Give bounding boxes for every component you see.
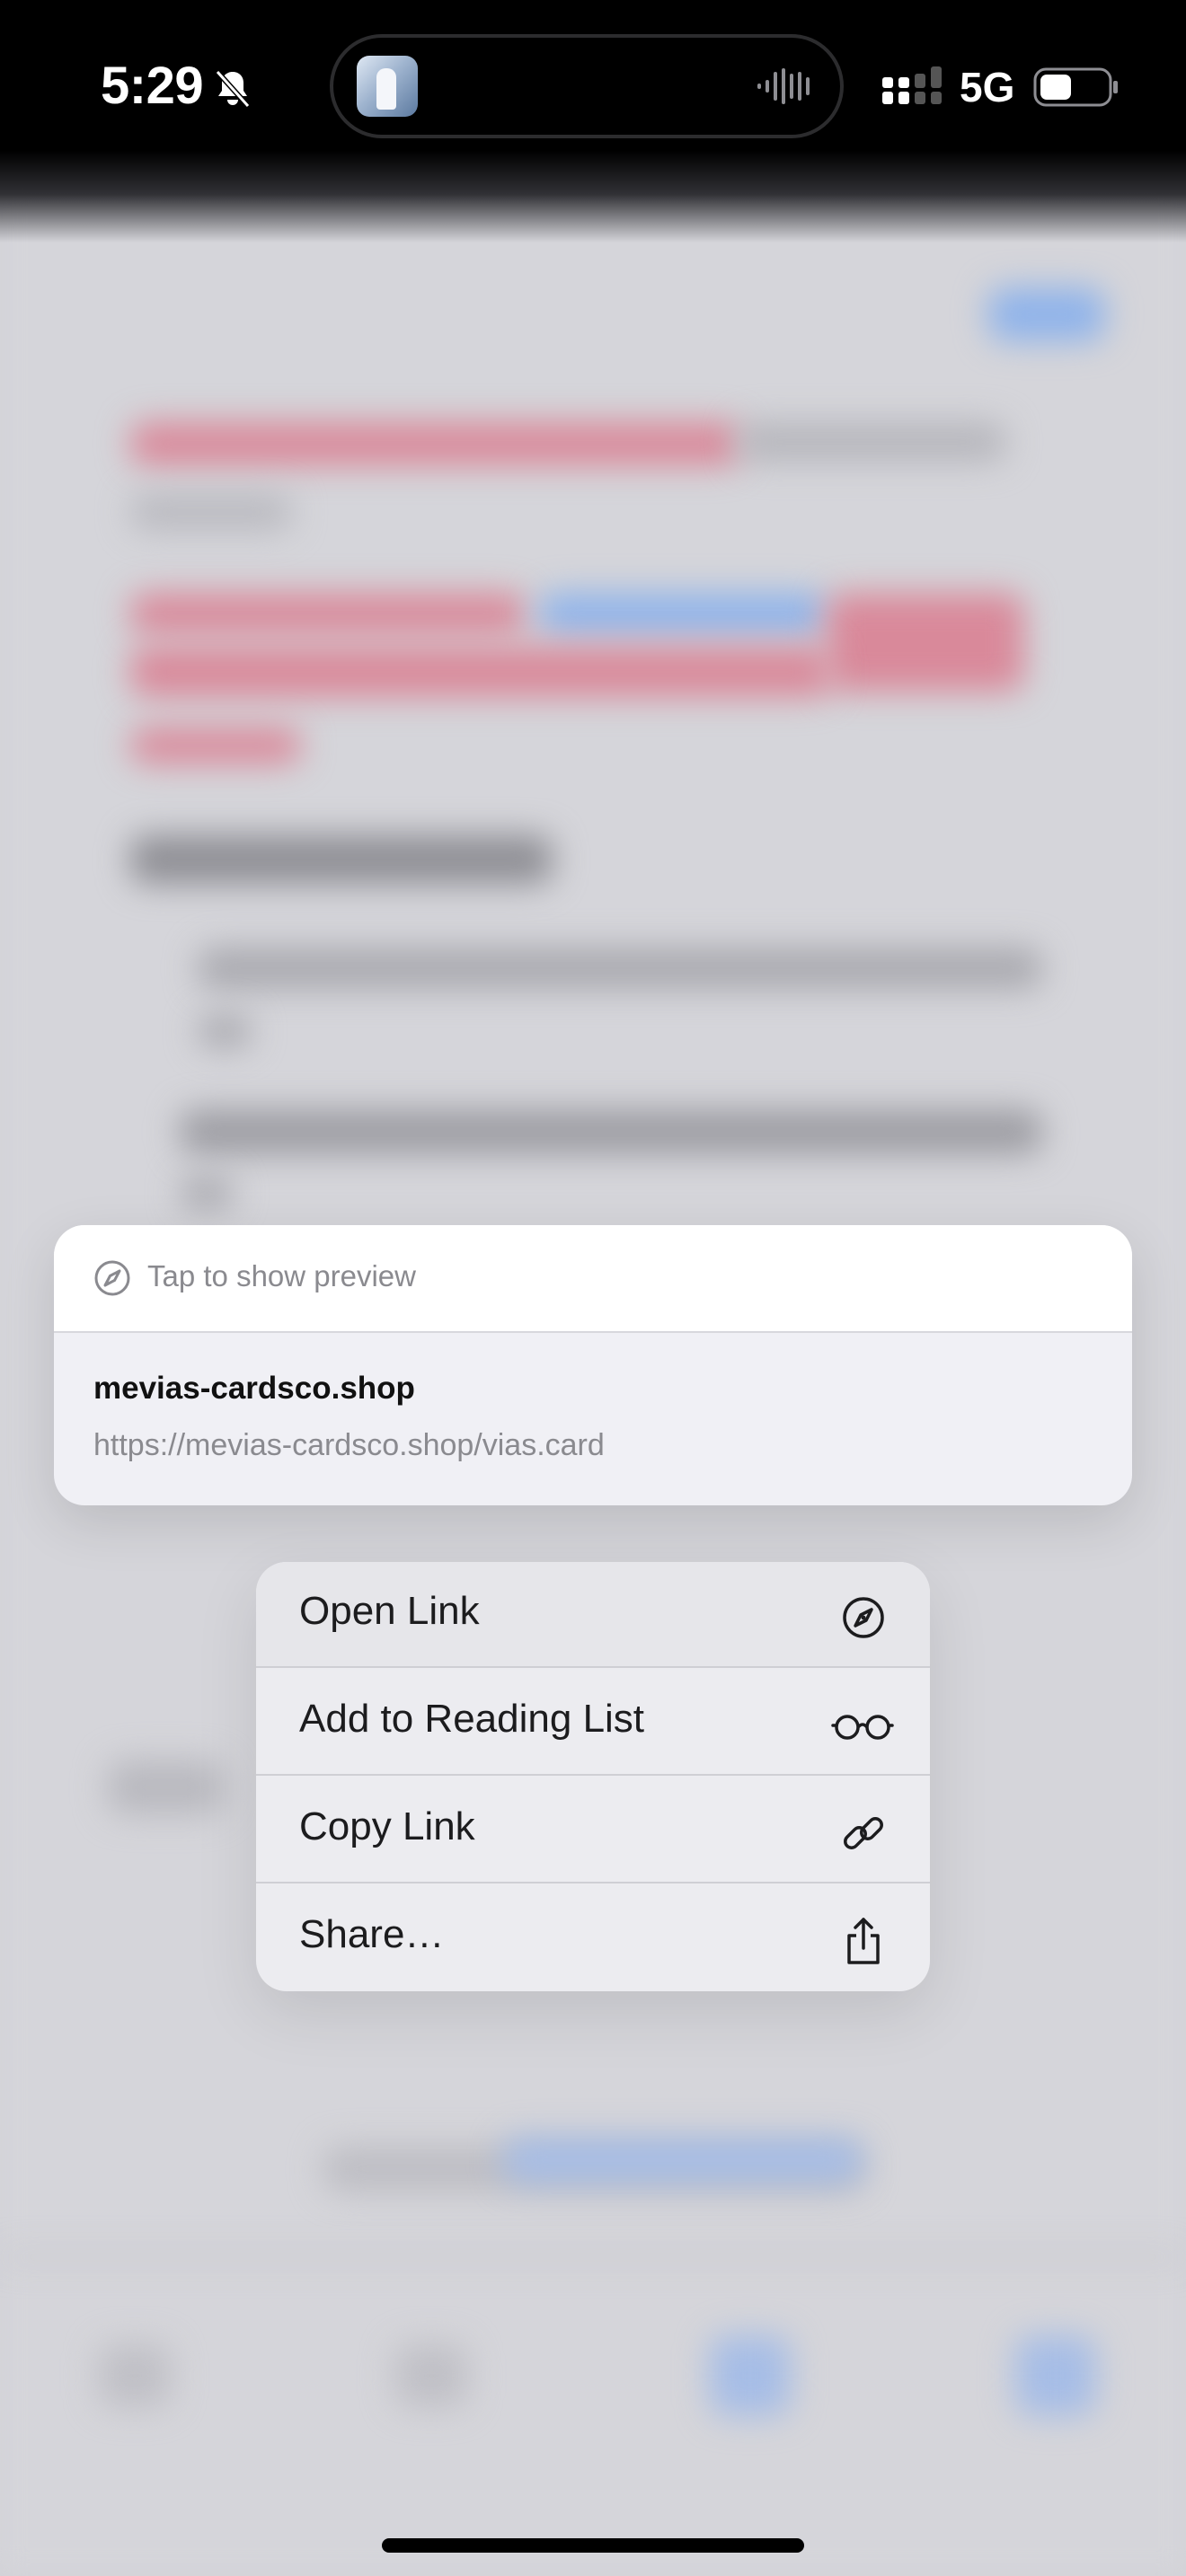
background-blur-block [130,593,526,634]
background-blur-block [130,835,553,884]
status-bar: 5:29 5G [0,0,1186,171]
background-blur-block [1015,2335,1096,2416]
link-icon [844,1817,883,1849]
home-indicator[interactable] [382,2538,804,2553]
background-blur-block [710,2335,791,2416]
background-blur-block [198,948,1042,989]
compass-icon [94,1260,130,1296]
menu-item-label: Share… [299,1912,445,1956]
background-blur-block [130,494,292,530]
menu-item-label: Open Link [299,1589,480,1633]
background-blur-block [503,2138,863,2183]
bell-slash-icon [215,69,251,109]
menu-item-add-to-reading-list[interactable]: Add to Reading List [256,1670,930,1776]
battery-icon [1033,67,1118,107]
link-domain: mevias-cardsco.shop [93,1371,415,1406]
compass-icon [843,1597,884,1638]
background-blur-block [827,593,1024,692]
menu-item-label: Copy Link [299,1804,475,1848]
link-url: https://mevias-cardsco.shop/vias.card [93,1428,605,1462]
network-type-label: 5G [960,64,1015,110]
background-blur-block [988,287,1105,341]
menu-item-open-link[interactable]: Open Link [256,1562,930,1668]
link-preview-card[interactable]: Tap to show preview mevias-cardsco.shop … [54,1225,1132,1505]
audio-wave-icon [757,68,810,104]
background-blur-block [99,2344,171,2407]
background-blur-block [198,1015,252,1047]
background-blur-block [180,1177,234,1209]
background-blur-block [737,422,1006,462]
background-blur-block [130,422,741,465]
menu-item-label: Add to Reading List [299,1697,645,1741]
menu-item-copy-link[interactable]: Copy Link [256,1778,930,1883]
now-playing-thumbnail[interactable] [357,56,418,117]
background-blur-block [180,1109,1042,1154]
background-blur-block [130,647,831,697]
tap-to-show-preview-bar[interactable]: Tap to show preview [54,1225,1132,1333]
background-blur-block [395,2344,467,2407]
background-blur-block [108,1760,225,1814]
background-blur-block [539,593,827,634]
status-time: 5:29 [101,57,204,115]
dynamic-island[interactable] [330,34,844,138]
tap-to-show-preview-label: Tap to show preview [147,1259,416,1292]
share-icon [847,1918,880,1964]
link-context-menu: Open Link Add to Reading List Copy Link … [256,1562,930,1991]
glasses-icon [831,1715,894,1740]
cellular-signal-icon [882,66,942,104]
background-blur-block [0,2254,1186,2260]
background-blur-block [130,728,301,763]
menu-item-share[interactable]: Share… [256,1885,930,1991]
